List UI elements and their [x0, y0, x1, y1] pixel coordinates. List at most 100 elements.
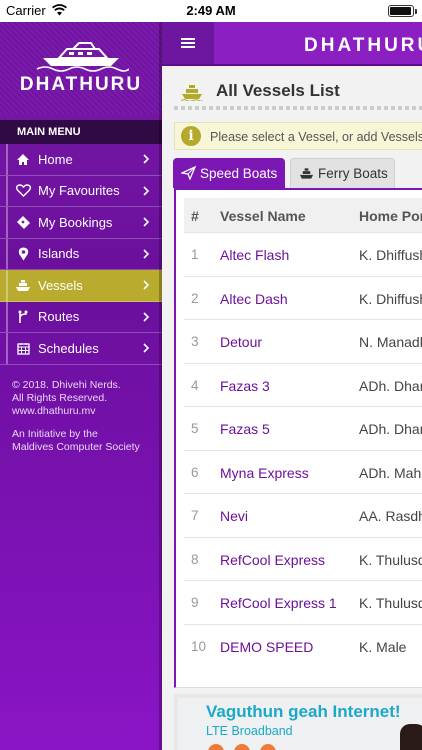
- sidebar-item-favourites[interactable]: My Favourites: [0, 175, 162, 207]
- vessel-name-link[interactable]: Fazas 3: [220, 378, 270, 394]
- vessel-name-link[interactable]: Fazas 5: [220, 421, 270, 437]
- row-number: 2: [191, 290, 199, 306]
- chevron-right-icon: [143, 185, 150, 196]
- tab-label: Ferry Boats: [318, 166, 388, 181]
- home-icon: [15, 151, 31, 167]
- vessel-name-link[interactable]: Altec Dash: [220, 291, 288, 307]
- copyright-text: © 2018. Dhivehi Nerds.: [12, 378, 121, 391]
- boat-logo-icon: [36, 42, 129, 72]
- sidebar-item-vessels[interactable]: Vessels: [0, 270, 162, 302]
- table-row[interactable]: 2 Altec Dash K. Dhiffush: [184, 275, 422, 320]
- tab-speed-boats[interactable]: Speed Boats: [173, 158, 285, 188]
- table-row[interactable]: 9 RefCool Express 1 K. Thulusd: [184, 580, 422, 624]
- table-row[interactable]: 10 DEMO SPEED K. Male: [184, 623, 422, 668]
- tab-label: Speed Boats: [200, 165, 278, 181]
- info-message: Please select a Vessel, or add Vessels t: [210, 130, 422, 144]
- row-number: 4: [191, 377, 199, 393]
- sidebar-item-routes[interactable]: Routes: [0, 301, 162, 333]
- ad-feature-icons: [208, 744, 276, 750]
- row-number: 1: [191, 247, 199, 262]
- info-alert: i Please select a Vessel, or add Vessels…: [174, 122, 422, 150]
- vessel-name-link[interactable]: RefCool Express: [220, 552, 325, 568]
- row-number: 5: [191, 421, 199, 436]
- paper-plane-icon: [181, 166, 196, 180]
- row-number: 9: [191, 595, 199, 610]
- home-port: ADh. Mahi: [359, 464, 422, 481]
- title-divider: [174, 106, 422, 110]
- page-title: All Vessels List: [216, 81, 340, 100]
- vessel-name-link[interactable]: Nevi: [220, 508, 248, 524]
- table-row[interactable]: 4 Fazas 3 ADh. Dhan: [184, 362, 422, 407]
- home-port: AA. Rasdh: [359, 508, 422, 524]
- ship-icon: [181, 85, 203, 101]
- calendar-icon: [15, 340, 31, 356]
- row-number: 10: [191, 638, 207, 654]
- table-row[interactable]: 3 Detour N. Manadh: [184, 319, 422, 363]
- vessel-name-link[interactable]: Detour: [220, 334, 262, 350]
- ship-icon: [299, 167, 314, 181]
- vessel-name-link[interactable]: Myna Express: [220, 465, 309, 481]
- sidebar-item-home[interactable]: Home: [0, 144, 162, 176]
- tab-ferry-boats[interactable]: Ferry Boats: [290, 158, 395, 188]
- sidebar-item-label: Vessels: [38, 277, 83, 293]
- website-link[interactable]: www.dhathuru.mv: [12, 405, 95, 417]
- header-brand: DHATHURU: [304, 35, 422, 56]
- feature-icon: [208, 744, 224, 750]
- feature-icon: [234, 744, 250, 750]
- organization-text: Maldives Computer Society: [12, 440, 140, 453]
- column-header-vessel-name[interactable]: Vessel Name: [220, 208, 306, 224]
- ticket-icon: [15, 214, 31, 230]
- column-header-number: #: [191, 208, 199, 224]
- battery-icon: [388, 5, 417, 17]
- rights-text: All Rights Reserved.: [12, 391, 108, 404]
- row-number: 6: [191, 464, 199, 480]
- sidebar-item-label: My Favourites: [38, 183, 120, 199]
- menu-toggle-button[interactable]: [162, 22, 214, 64]
- advertisement-banner[interactable]: Vaguthun geah Internet! LTE Broadband: [174, 694, 422, 750]
- table-row[interactable]: 1 Altec Flash K. Dhiffush: [184, 232, 422, 276]
- sidebar-logo[interactable]: DHATHURU: [0, 22, 162, 114]
- sidebar-item-label: Schedules: [38, 340, 99, 356]
- ship-icon: [15, 277, 31, 293]
- vessel-name-link[interactable]: Altec Flash: [220, 247, 289, 263]
- chevron-right-icon: [143, 248, 150, 259]
- top-header: DHATHURU: [162, 22, 422, 66]
- row-number: 7: [191, 508, 199, 523]
- sidebar: DHATHURU MAIN MENU Home My Favourites My…: [0, 22, 162, 750]
- route-icon: [15, 309, 31, 325]
- table-row[interactable]: 7 Nevi AA. Rasdh: [184, 493, 422, 537]
- home-port: ADh. Dhan: [359, 421, 422, 437]
- sidebar-item-label: Routes: [38, 309, 80, 325]
- table-row[interactable]: 8 RefCool Express K. Thulusd: [184, 536, 422, 581]
- chevron-right-icon: [143, 154, 150, 164]
- sidebar-item-islands[interactable]: Islands: [0, 238, 162, 270]
- clock: 2:49 AM: [186, 3, 236, 18]
- ad-person-image: [400, 724, 422, 750]
- row-number: 3: [191, 334, 199, 349]
- table-row[interactable]: 6 Myna Express ADh. Mahi: [184, 449, 422, 494]
- chevron-right-icon: [143, 280, 150, 290]
- feature-icon: [260, 744, 276, 750]
- sidebar-item-label: Islands: [38, 246, 80, 262]
- sidebar-item-label: Home: [38, 151, 73, 167]
- home-port: K. Dhiffush: [359, 247, 422, 263]
- info-icon: i: [181, 126, 201, 146]
- sidebar-footer: © 2018. Dhivehi Nerds. All Rights Reserv…: [0, 365, 162, 454]
- home-port: K. Thulusd: [359, 595, 422, 611]
- table-row[interactable]: 5 Fazas 5 ADh. Dhan: [184, 406, 422, 450]
- sidebar-item-schedules[interactable]: Schedules: [0, 333, 162, 365]
- chevron-right-icon: [143, 343, 150, 353]
- hamburger-icon: [181, 36, 195, 50]
- initiative-text: An Initiative by the: [12, 427, 98, 440]
- chevron-right-icon: [143, 217, 150, 227]
- table-header: # Vessel Name Home Por: [184, 198, 422, 232]
- home-port: K. Dhiffush: [359, 290, 422, 307]
- vessel-name-link[interactable]: DEMO SPEED: [220, 639, 313, 655]
- vessel-name-link[interactable]: RefCool Express 1: [220, 595, 337, 611]
- vessels-table: # Vessel Name Home Por 1 Altec Flash K. …: [174, 188, 422, 688]
- column-header-home-port[interactable]: Home Por: [359, 208, 422, 224]
- sidebar-item-bookings[interactable]: My Bookings: [0, 207, 162, 239]
- row-number: 8: [191, 551, 199, 567]
- main-content: All Vessels List i Please select a Vesse…: [162, 66, 422, 750]
- logo-text: DHATHURU: [19, 74, 143, 95]
